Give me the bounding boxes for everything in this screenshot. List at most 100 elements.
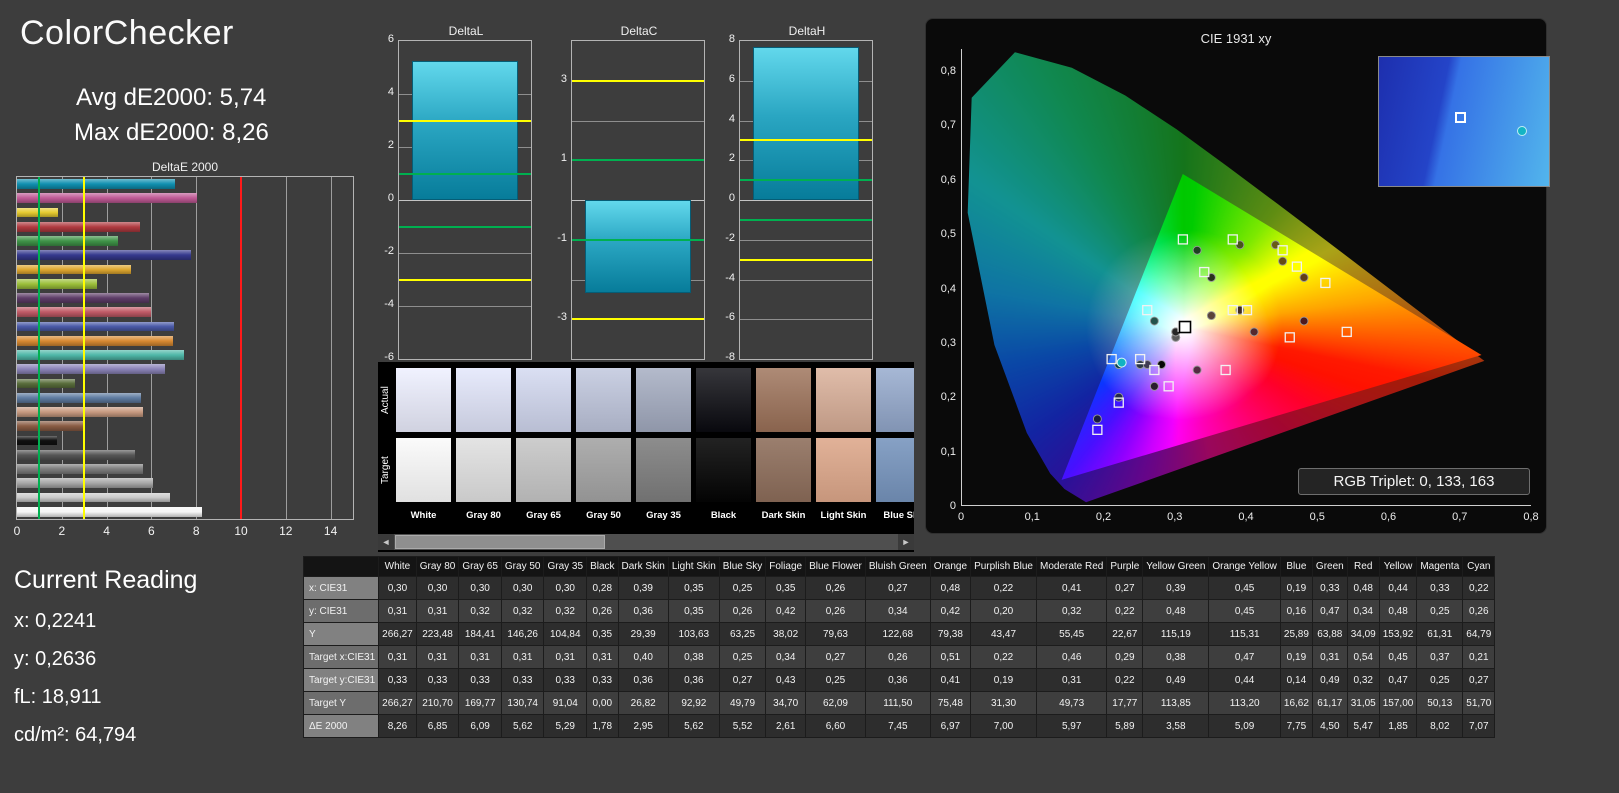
value-cell: 0,35 (667, 599, 720, 623)
value-cell: 0,45 (1378, 645, 1418, 669)
patch-strip-scrollbar[interactable]: ◄ ► (378, 534, 914, 550)
axis-tick-label: 0,6 (940, 173, 956, 186)
value-cell: 0,38 (667, 645, 720, 669)
value-cell: 0,26 (805, 599, 866, 623)
value-cell: 0,48 (1142, 599, 1210, 623)
row-label: x: CIE31 (302, 576, 380, 600)
value-cell: 0,31 (1311, 645, 1348, 669)
column-header: Foliage (765, 556, 807, 577)
axis-tick-label: 2 (728, 152, 735, 165)
value-cell: 79,38 (929, 622, 972, 646)
avg-de2000-readout: Avg dE2000: 5,74 (76, 84, 267, 111)
deltae-bar (17, 221, 140, 232)
patch-actual (456, 368, 511, 432)
reference-line (740, 179, 872, 182)
row-label: Target Y (302, 691, 380, 715)
patch-actual (516, 368, 571, 432)
deltac-y-axis: 3 1 -1 -3 (533, 40, 567, 360)
axis-tick-label: -3 (557, 311, 567, 324)
value-cell: 0,20 (970, 599, 1037, 623)
axis-tick-label: 0 (13, 524, 21, 538)
value-cell: 7,45 (864, 714, 931, 738)
deltae-bar (17, 449, 136, 460)
patch-target (516, 438, 571, 502)
value-cell: 0,39 (1142, 576, 1210, 600)
value-cell: 34,09 (1346, 622, 1380, 646)
patch-target (396, 438, 451, 502)
value-cell: 0,30 (458, 576, 502, 600)
value-cell: 63,88 (1311, 622, 1348, 646)
patch-target (576, 438, 631, 502)
value-cell: 79,63 (805, 622, 866, 646)
patch-actual (636, 368, 691, 432)
value-cell: 0,36 (617, 599, 669, 623)
deltae2000-chart (16, 176, 354, 520)
value-cell: 5,52 (718, 714, 767, 738)
axis-tick-label: 2 (58, 524, 66, 538)
patch-actual (816, 368, 871, 432)
axis-tick-label: 0 (728, 192, 735, 204)
grid-line (196, 177, 198, 519)
reference-line (399, 225, 531, 228)
grid-line (740, 319, 872, 321)
cie-1931-panel: CIE 1931 xy 0 0,1 0,2 0,3 0,4 0,5 0,6 0,7 0,8 00… (925, 18, 1550, 534)
value-cell: 153,92 (1378, 622, 1418, 646)
table-row: Y 266,27 223,48 184,41 146,26 104,84 0,35 29,39… (302, 622, 1496, 646)
inset-target-marker (1454, 111, 1466, 123)
results-table: White Gray 80 Gray 65 Gray 50 Gray 35 Black Da… (302, 556, 1496, 738)
scroll-right-button[interactable]: ► (898, 534, 914, 550)
value-cell: 0,26 (1462, 599, 1496, 623)
value-cell: 0,44 (1378, 576, 1418, 600)
value-cell: 0,39 (617, 576, 669, 600)
value-cell: 0,33 (378, 668, 417, 692)
axis-tick-label: 0,4 (940, 282, 956, 295)
value-cell: 111,50 (864, 691, 931, 715)
value-cell: 92,92 (667, 691, 720, 715)
delta-bar (412, 61, 518, 200)
value-cell: 17,77 (1106, 691, 1144, 715)
value-cell: 49,79 (718, 691, 767, 715)
value-cell: 0,46 (1035, 645, 1108, 669)
axis-tick-label: 10 (234, 524, 248, 538)
page-title: ColorChecker (20, 14, 234, 52)
column-header: Moderate Red (1035, 556, 1108, 577)
value-cell: 157,00 (1378, 691, 1418, 715)
deltae-bar (17, 378, 76, 389)
value-cell: 0,48 (1346, 576, 1380, 600)
value-cell: 75,48 (929, 691, 972, 715)
value-cell: 0,31 (1035, 668, 1108, 692)
axis-tick-label: 4 (103, 524, 110, 538)
axis-tick-label: 8 (192, 524, 200, 538)
column-header: Yellow (1378, 556, 1418, 577)
value-cell: 0,25 (1416, 599, 1464, 623)
patch-name-label: Gray 80 (466, 510, 501, 521)
row-label: ΔE 2000 (302, 714, 380, 738)
patch-target (816, 438, 871, 502)
column-header: Light Skin (667, 556, 720, 577)
column-header: Bluish Green (864, 556, 931, 577)
value-cell: 0,27 (1106, 576, 1144, 600)
patch-name-label: Blue Sky (883, 510, 914, 521)
value-cell: 210,70 (415, 691, 460, 715)
axis-tick-label: 0,2 (940, 391, 956, 404)
value-cell: 38,02 (765, 622, 807, 646)
value-cell: 0,34 (1346, 599, 1380, 623)
value-cell: 5,89 (1106, 714, 1144, 738)
value-cell: 0,33 (1416, 576, 1464, 600)
patch-target (756, 438, 811, 502)
deltae-bar (17, 193, 197, 203)
column-header: Black (586, 556, 619, 577)
value-cell: 266,27 (378, 622, 417, 646)
patch-target (696, 438, 751, 502)
patch-name-label: White (410, 510, 437, 521)
scrollbar-thumb[interactable] (395, 535, 605, 549)
grid-line (740, 239, 872, 241)
grid-line (399, 200, 531, 201)
value-cell: 113,85 (1142, 691, 1210, 715)
current-reading-fl: fL: 18,911 (14, 686, 102, 708)
inset-measured-marker (1516, 125, 1527, 136)
scroll-left-button[interactable]: ◄ (378, 534, 394, 550)
axis-tick-label: 6 (148, 524, 155, 538)
grid-line (740, 200, 872, 201)
column-header: Purplish Blue (970, 556, 1037, 577)
